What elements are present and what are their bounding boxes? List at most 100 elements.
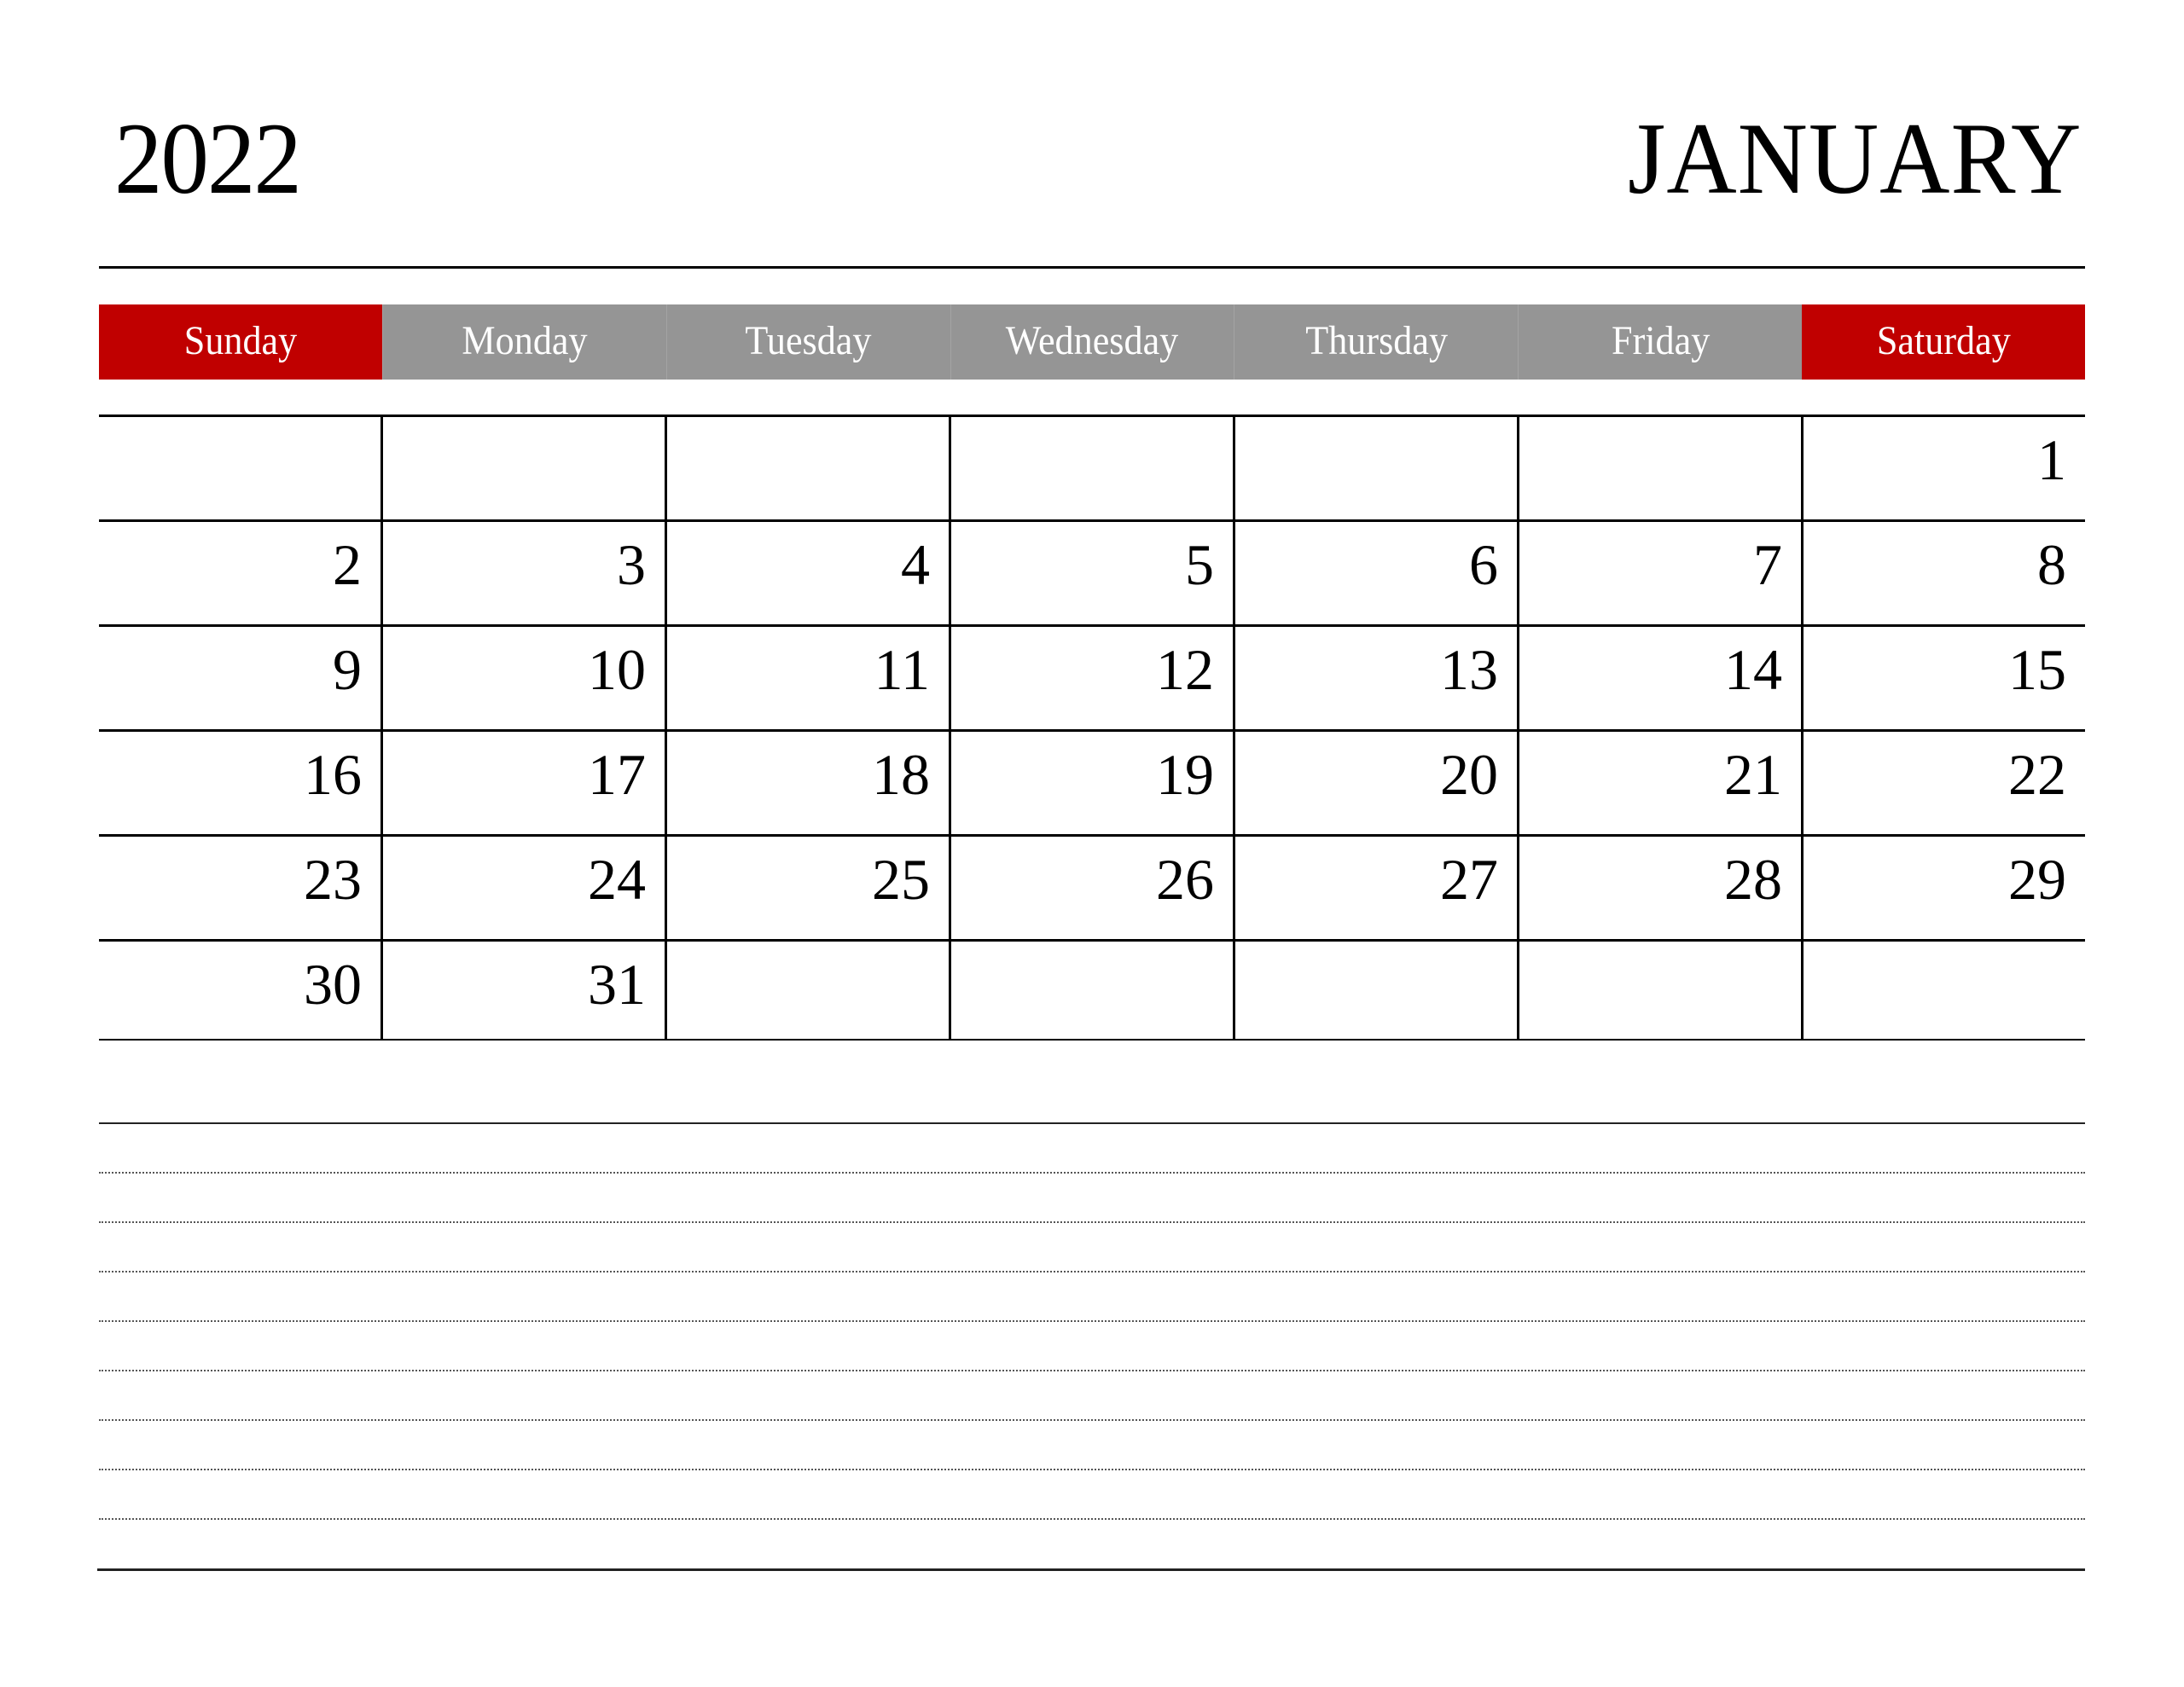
day-number: 25	[872, 847, 930, 912]
day-cell[interactable]: 23	[99, 837, 380, 939]
day-cell[interactable]: 16	[99, 732, 380, 834]
weekday-saturday: Saturday	[1802, 304, 2086, 380]
weekday-label: Wednesday	[1006, 317, 1179, 363]
day-cell[interactable]	[949, 417, 1233, 519]
day-cell[interactable]: 31	[380, 942, 665, 1039]
day-cell[interactable]: 21	[1517, 732, 1801, 834]
day-cell[interactable]: 25	[665, 837, 949, 939]
day-cell[interactable]: 13	[1233, 627, 1517, 729]
day-number: 14	[1724, 637, 1782, 702]
day-cell[interactable]: 26	[949, 837, 1233, 939]
day-number: 31	[588, 952, 646, 1017]
weekday-sunday: Sunday	[99, 304, 382, 380]
day-cell[interactable]: 20	[1233, 732, 1517, 834]
week-row: 2 3 4 5 6 7 8	[99, 522, 2085, 627]
day-number: 1	[2037, 427, 2066, 492]
day-cell[interactable]	[1233, 942, 1517, 1039]
note-line[interactable]	[99, 1322, 2085, 1371]
weekday-monday: Monday	[381, 304, 666, 380]
day-cell[interactable]	[949, 942, 1233, 1039]
day-number: 27	[1440, 847, 1498, 912]
day-cell[interactable]: 24	[380, 837, 665, 939]
day-number: 22	[2008, 742, 2066, 807]
day-cell[interactable]: 27	[1233, 837, 1517, 939]
day-cell[interactable]: 28	[1517, 837, 1801, 939]
day-cell[interactable]: 29	[1801, 837, 2085, 939]
day-number: 15	[2008, 637, 2066, 702]
day-cell[interactable]: 12	[949, 627, 1233, 729]
weekday-tuesday: Tuesday	[665, 304, 950, 380]
weekday-header-row: Sunday Monday Tuesday Wednesday Thursday…	[99, 304, 2086, 380]
note-line[interactable]	[99, 1272, 2085, 1322]
day-cell[interactable]: 17	[380, 732, 665, 834]
day-cell[interactable]: 6	[1233, 522, 1517, 624]
day-cell[interactable]	[1517, 942, 1801, 1039]
note-line[interactable]	[99, 1470, 2085, 1520]
day-number: 21	[1724, 742, 1782, 807]
week-row: 16 17 18 19 20 21 22	[99, 732, 2085, 837]
day-cell[interactable]: 14	[1517, 627, 1801, 729]
day-number: 10	[588, 637, 646, 702]
week-row: 23 24 25 26 27 28 29	[99, 837, 2085, 942]
day-number: 9	[333, 637, 362, 702]
day-number: 30	[304, 952, 362, 1017]
day-number: 5	[1185, 532, 1214, 597]
notes-bottom-rule	[97, 1568, 2085, 1571]
day-number: 12	[1156, 637, 1214, 702]
day-cell[interactable]	[665, 417, 949, 519]
title-divider	[99, 266, 2085, 269]
day-number: 28	[1724, 847, 1782, 912]
week-row: 30 31	[99, 942, 2085, 1041]
day-cell[interactable]: 10	[380, 627, 665, 729]
day-number: 4	[901, 532, 930, 597]
day-number: 19	[1156, 742, 1214, 807]
note-line[interactable]	[99, 1223, 2085, 1272]
weekday-label: Saturday	[1876, 317, 2011, 363]
day-cell[interactable]: 7	[1517, 522, 1801, 624]
year-title: 2022	[114, 101, 302, 215]
day-cell[interactable]: 15	[1801, 627, 2085, 729]
day-cell[interactable]: 2	[99, 522, 380, 624]
day-cell[interactable]: 11	[665, 627, 949, 729]
day-cell[interactable]: 5	[949, 522, 1233, 624]
weekday-thursday: Thursday	[1234, 304, 1519, 380]
day-number: 2	[333, 532, 362, 597]
day-cell[interactable]	[99, 417, 380, 519]
day-cell[interactable]: 22	[1801, 732, 2085, 834]
day-cell[interactable]: 3	[380, 522, 665, 624]
day-cell[interactable]: 19	[949, 732, 1233, 834]
day-number: 8	[2037, 532, 2066, 597]
day-number: 16	[304, 742, 362, 807]
day-number: 17	[588, 742, 646, 807]
day-cell[interactable]	[1233, 417, 1517, 519]
day-number: 24	[588, 847, 646, 912]
day-cell[interactable]: 9	[99, 627, 380, 729]
weekday-friday: Friday	[1518, 304, 1803, 380]
day-cell[interactable]: 30	[99, 942, 380, 1039]
weekday-label: Monday	[462, 317, 588, 363]
day-number: 23	[304, 847, 362, 912]
note-line[interactable]	[99, 1174, 2085, 1223]
note-line[interactable]	[99, 1371, 2085, 1421]
day-cell[interactable]	[665, 942, 949, 1039]
note-line[interactable]	[99, 1421, 2085, 1470]
weekday-label: Tuesday	[745, 317, 872, 363]
day-number: 26	[1156, 847, 1214, 912]
day-cell[interactable]	[380, 417, 665, 519]
day-cell[interactable]: 1	[1801, 417, 2085, 519]
day-cell[interactable]	[1801, 942, 2085, 1039]
day-cell[interactable]	[1517, 417, 1801, 519]
weekday-wednesday: Wednesday	[950, 304, 1234, 380]
notes-section	[99, 1122, 2085, 1520]
week-row: 1	[99, 417, 2085, 522]
note-line[interactable]	[99, 1124, 2085, 1174]
day-number: 6	[1469, 532, 1498, 597]
day-cell[interactable]: 18	[665, 732, 949, 834]
week-row: 9 10 11 12 13 14 15	[99, 627, 2085, 732]
day-number: 29	[2008, 847, 2066, 912]
day-cell[interactable]: 8	[1801, 522, 2085, 624]
day-number: 11	[874, 637, 930, 702]
day-cell[interactable]: 4	[665, 522, 949, 624]
day-number: 7	[1753, 532, 1782, 597]
day-number: 18	[872, 742, 930, 807]
